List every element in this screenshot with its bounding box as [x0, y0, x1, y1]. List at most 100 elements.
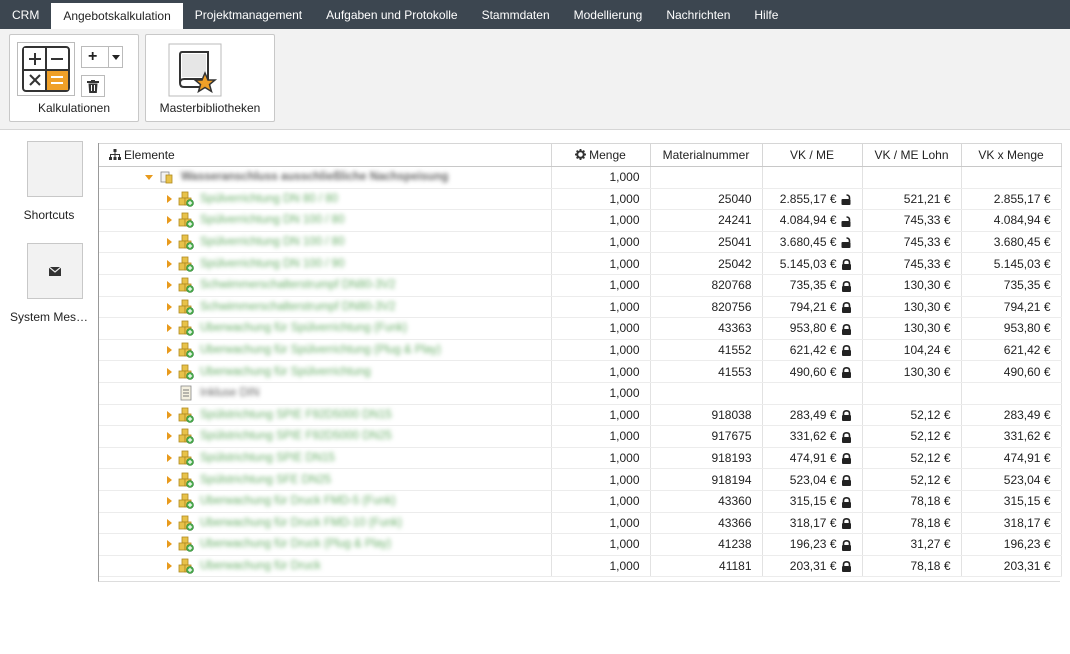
table-row[interactable]: Schwimmerschalterstrumpf DN80-3V2 1,000 82…: [99, 274, 1062, 297]
vk-me-cell[interactable]: 4.084,94 €: [762, 209, 863, 232]
vk-x-menge-cell[interactable]: 5.145,03 €: [961, 252, 1062, 275]
materialnummer-cell[interactable]: 25042: [650, 252, 763, 275]
menge-cell[interactable]: 1,000: [551, 339, 651, 362]
delete-kalkulation-button[interactable]: [81, 75, 105, 97]
materialnummer-cell[interactable]: 41238: [650, 533, 763, 556]
table-row[interactable]: Spülstrichtung SPIE DN15 1,000 918193 474,9…: [99, 447, 1062, 470]
element-cell[interactable]: Überwachung für Druck: [99, 555, 552, 578]
vk-me-cell[interactable]: 621,42 €: [762, 339, 863, 362]
lock-open-icon[interactable]: [841, 194, 852, 206]
vk-x-menge-cell[interactable]: 2.855,17 €: [961, 188, 1062, 211]
expand-toggle-icon[interactable]: [167, 518, 172, 527]
vk-me-lohn-cell[interactable]: 52,12 €: [862, 425, 962, 448]
vk-me-lohn-cell[interactable]: 521,21 €: [862, 188, 962, 211]
expand-toggle-icon[interactable]: [167, 281, 172, 290]
vk-me-cell[interactable]: 523,04 €: [762, 468, 863, 491]
masterbibliotheken-group[interactable]: Masterbibliotheken: [145, 34, 275, 122]
lock-closed-icon[interactable]: [841, 345, 852, 357]
vk-me-lohn-cell[interactable]: [862, 382, 962, 405]
element-cell[interactable]: Wasseranschluss ausschließliche Nachspei…: [99, 166, 552, 189]
vk-me-lohn-cell[interactable]: 130,30 €: [862, 296, 962, 319]
materialnummer-cell[interactable]: 918194: [650, 468, 763, 491]
menge-cell[interactable]: 1,000: [551, 188, 651, 211]
column-header-vk-me[interactable]: VK / ME: [762, 143, 863, 167]
table-row[interactable]: Spülverrichtung DN 100 / 80 1,000 25041 3.6…: [99, 231, 1062, 254]
table-row[interactable]: Überwachung für Spülverrichtung (Funk) 1,…: [99, 317, 1062, 340]
element-cell[interactable]: Spülverrichtung DN 100 / 90: [99, 252, 552, 275]
vk-x-menge-cell[interactable]: 331,62 €: [961, 425, 1062, 448]
element-cell[interactable]: Schwimmerschalterstrumpf DN80-3V2: [99, 296, 552, 319]
materialnummer-cell[interactable]: 43366: [650, 512, 763, 535]
element-cell[interactable]: Inkluse DIN: [99, 382, 552, 405]
menu-item-nachrichten[interactable]: Nachrichten: [654, 0, 742, 29]
materialnummer-cell[interactable]: 25040: [650, 188, 763, 211]
vk-me-lohn-cell[interactable]: 52,12 €: [862, 404, 962, 427]
menge-cell[interactable]: 1,000: [551, 231, 651, 254]
lock-open-icon[interactable]: [841, 216, 852, 227]
vk-me-cell[interactable]: 3.680,45 €: [762, 231, 863, 254]
element-cell[interactable]: Überwachung für Spülverrichtung (Plug & …: [99, 339, 552, 362]
vk-me-lohn-cell[interactable]: 745,33 €: [862, 252, 962, 275]
lock-closed-icon[interactable]: [841, 496, 852, 508]
element-cell[interactable]: Spülverrichtung DN 100 / 80: [99, 231, 552, 254]
expand-toggle-icon[interactable]: [167, 324, 172, 333]
materialnummer-cell[interactable]: 41181: [650, 555, 763, 578]
vk-x-menge-cell[interactable]: 953,80 €: [961, 317, 1062, 340]
table-row[interactable]: Wasseranschluss ausschließliche Nachspei…: [99, 166, 1062, 189]
vk-me-cell[interactable]: 474,91 €: [762, 447, 863, 470]
column-header-elemente[interactable]: Elemente: [99, 143, 552, 167]
lock-closed-icon[interactable]: [841, 280, 852, 292]
table-row[interactable]: Spülverrichtung DN 80 / 80 1,000 25040 2.85…: [99, 188, 1062, 211]
expand-toggle-icon[interactable]: [167, 561, 172, 570]
expand-toggle-icon[interactable]: [167, 497, 172, 506]
expand-toggle-icon[interactable]: [167, 216, 172, 225]
column-header-menge[interactable]: Menge: [551, 143, 651, 167]
vk-x-menge-cell[interactable]: 203,31 €: [961, 555, 1062, 578]
menge-cell[interactable]: 1,000: [551, 382, 651, 405]
table-row[interactable]: Spülstrichtung SPIE F92D5000 DN15 1,000 91…: [99, 404, 1062, 427]
element-cell[interactable]: Spülstrichtung SPIE DN15: [99, 447, 552, 470]
lock-closed-icon[interactable]: [841, 259, 852, 270]
menge-cell[interactable]: 1,000: [551, 533, 651, 556]
materialnummer-cell[interactable]: 41552: [650, 339, 763, 362]
table-row[interactable]: Schwimmerschalterstrumpf DN80-3V2 1,000 82…: [99, 296, 1062, 319]
vk-me-cell[interactable]: 490,60 €: [762, 360, 863, 383]
table-row[interactable]: Überwachung für Druck (Plug & Play) 1,000…: [99, 533, 1062, 556]
lock-closed-icon[interactable]: [841, 302, 852, 314]
element-cell[interactable]: Überwachung für Spülverrichtung (Funk): [99, 317, 552, 340]
expand-toggle-icon[interactable]: [167, 194, 172, 203]
system-messages-tile[interactable]: [27, 243, 83, 299]
table-row[interactable]: Spülstrichtung SPIE F92D5000 DN25 1,000 91…: [99, 425, 1062, 448]
element-cell[interactable]: Spülstrichtung SPIE F92D5000 DN25: [99, 425, 552, 448]
vk-me-lohn-cell[interactable]: 130,30 €: [862, 317, 962, 340]
element-cell[interactable]: Schwimmerschalterstrumpf DN80-3V2: [99, 274, 552, 297]
column-header-vk-me-lohn[interactable]: VK / ME Lohn: [862, 143, 962, 167]
menge-cell[interactable]: 1,000: [551, 296, 651, 319]
chevron-down-icon[interactable]: [108, 47, 122, 67]
vk-x-menge-cell[interactable]: 4.084,94 €: [961, 209, 1062, 232]
menge-cell[interactable]: 1,000: [551, 447, 651, 470]
column-header-vk-x-menge[interactable]: VK x Menge: [961, 143, 1062, 167]
table-row[interactable]: Inkluse DIN 1,000: [99, 382, 1062, 405]
menge-cell[interactable]: 1,000: [551, 404, 651, 427]
vk-me-cell[interactable]: [762, 382, 863, 405]
menge-cell[interactable]: 1,000: [551, 555, 651, 578]
table-row[interactable]: Überwachung für Spülverrichtung (Plug & …: [99, 339, 1062, 362]
menge-cell[interactable]: 1,000: [551, 317, 651, 340]
menge-cell[interactable]: 1,000: [551, 490, 651, 513]
menu-item-crm[interactable]: CRM: [0, 0, 51, 29]
materialnummer-cell[interactable]: 918038: [650, 404, 763, 427]
element-cell[interactable]: Spülstrichtung SPIE F92D5000 DN15: [99, 404, 552, 427]
vk-me-lohn-cell[interactable]: 104,24 €: [862, 339, 962, 362]
vk-me-lohn-cell[interactable]: 745,33 €: [862, 231, 962, 254]
element-cell[interactable]: Überwachung für Druck FMD-10 (Funk): [99, 512, 552, 535]
menge-cell[interactable]: 1,000: [551, 425, 651, 448]
menge-cell[interactable]: 1,000: [551, 166, 651, 189]
lock-closed-icon[interactable]: [841, 453, 852, 465]
table-row[interactable]: Spülverrichtung DN 100 / 80 1,000 24241 4.0…: [99, 209, 1062, 232]
add-kalkulation-button[interactable]: +: [81, 46, 123, 68]
vk-me-cell[interactable]: 315,15 €: [762, 490, 863, 513]
vk-x-menge-cell[interactable]: 283,49 €: [961, 404, 1062, 427]
menu-item-aufgaben-und-protokolle[interactable]: Aufgaben und Protokolle: [314, 0, 469, 29]
menu-item-angebotskalkulation[interactable]: Angebotskalkulation: [51, 3, 183, 29]
